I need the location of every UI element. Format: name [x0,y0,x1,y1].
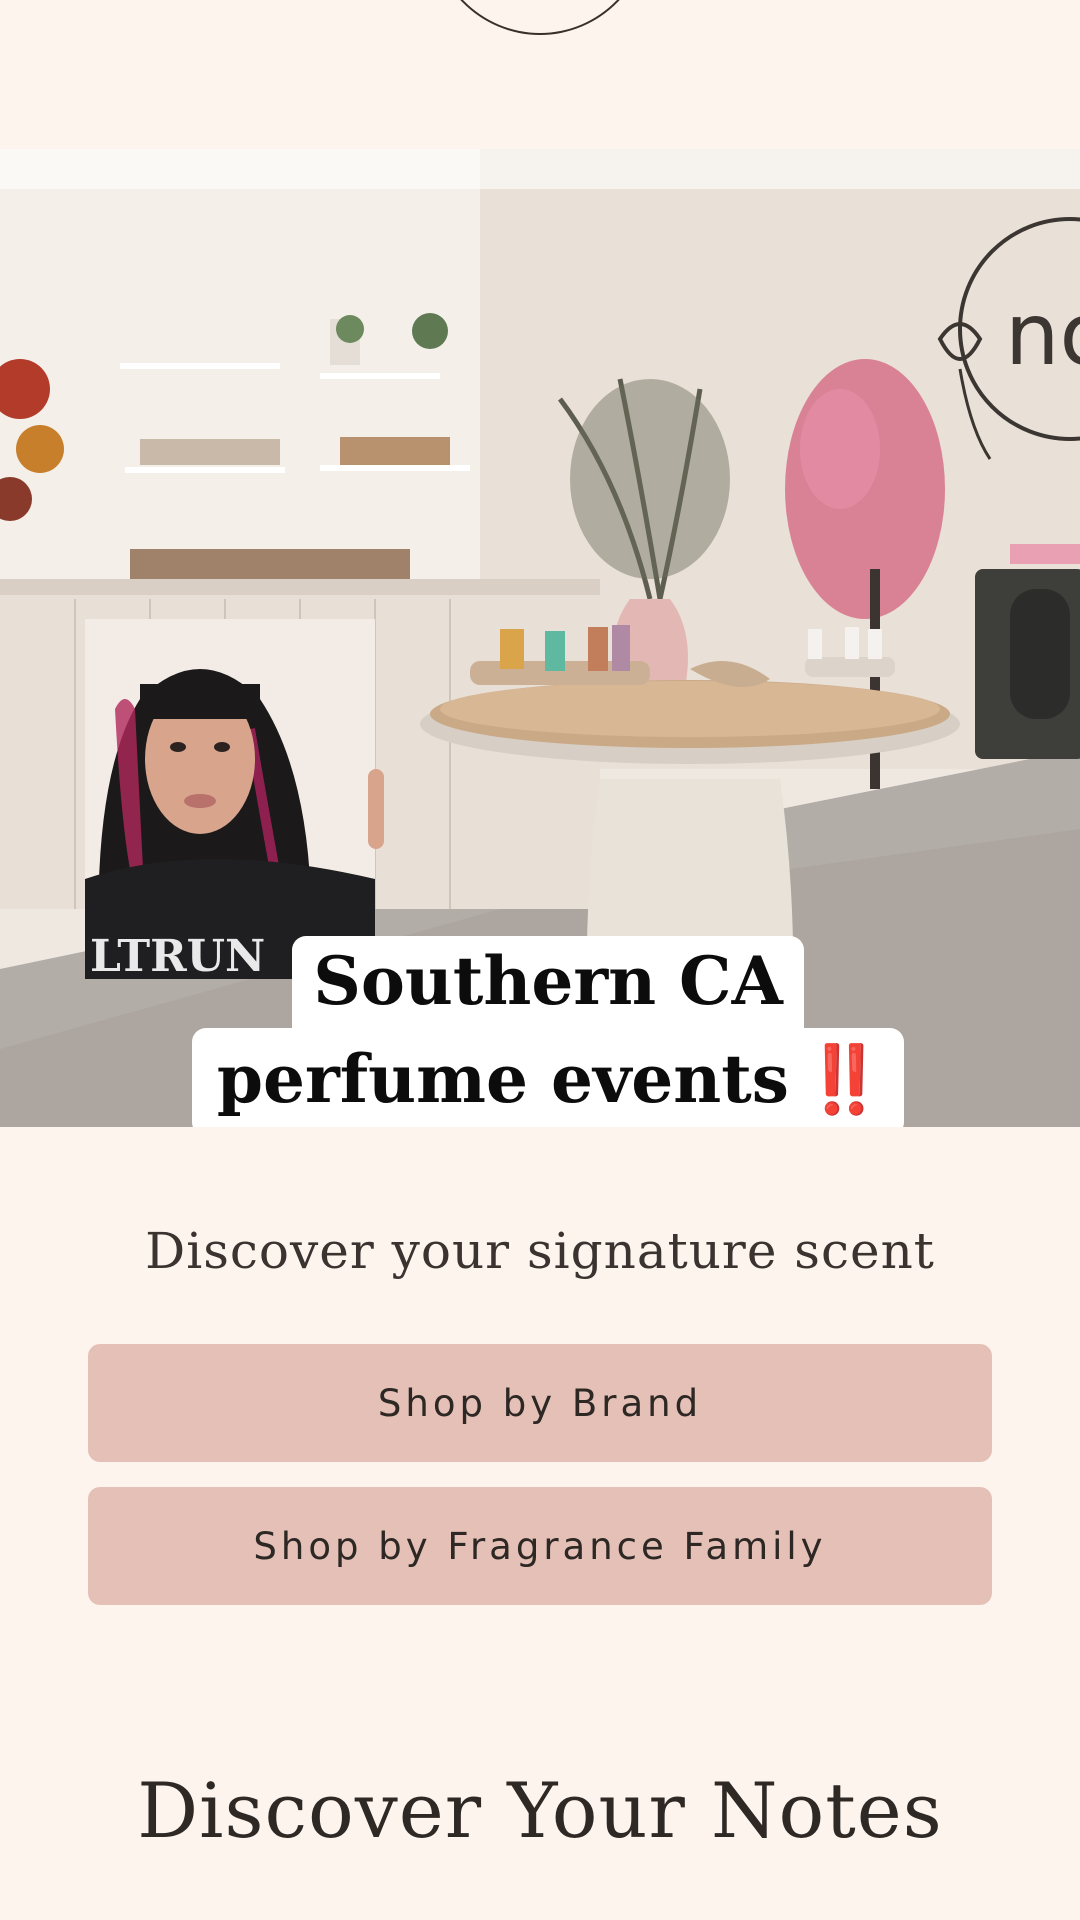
shop-by-brand-button[interactable]: Shop by Brand [88,1344,992,1462]
double-exclamation-icon: ‼️ [802,1040,885,1118]
caption-line-1: Southern CA [292,936,804,1028]
tagline: Discover your signature scent [145,1222,935,1280]
svg-text:LTRUN: LTRUN [90,931,265,982]
shop-by-brand-label: Shop by Brand [377,1381,703,1425]
presenter-overlay: LTRUN [85,619,384,982]
caption-line-2: perfume events ‼️ [192,1028,904,1127]
shop-by-fragrance-family-label: Shop by Fragrance Family [253,1524,827,1568]
brand-logo-circle[interactable] [430,0,650,35]
hero-store-image: no [0,149,1080,1127]
shop-by-fragrance-family-button[interactable]: Shop by Fragrance Family [88,1487,992,1605]
section-title: Discover Your Notes [137,1766,943,1855]
store-sign-text: no [1005,285,1080,385]
